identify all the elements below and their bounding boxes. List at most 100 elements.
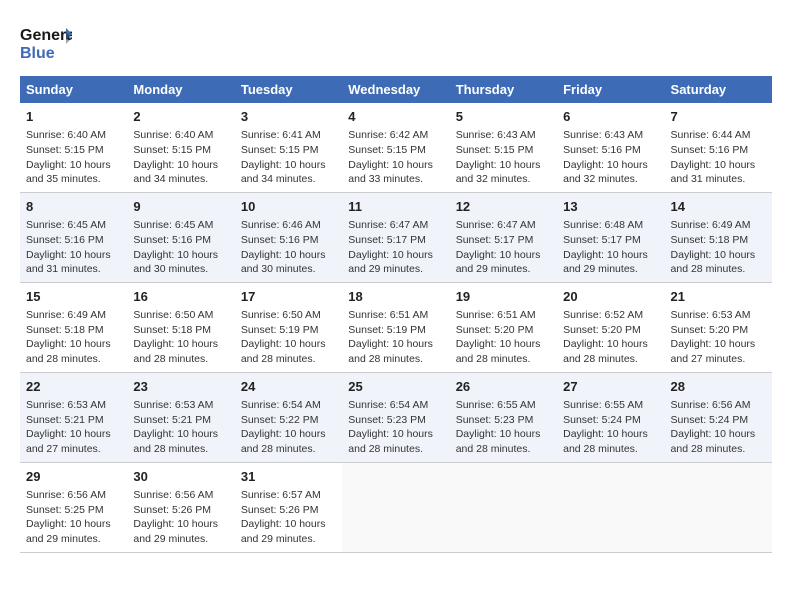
day-info: Sunrise: 6:55 AM Sunset: 5:24 PM Dayligh…	[563, 398, 658, 457]
weekday-label: Thursday	[450, 76, 557, 103]
day-number: 31	[241, 468, 336, 486]
day-info: Sunrise: 6:47 AM Sunset: 5:17 PM Dayligh…	[456, 218, 551, 277]
logo-icon: General Blue	[20, 20, 68, 60]
day-info: Sunrise: 6:51 AM Sunset: 5:20 PM Dayligh…	[456, 308, 551, 367]
day-number: 2	[133, 108, 228, 126]
day-info: Sunrise: 6:50 AM Sunset: 5:19 PM Dayligh…	[241, 308, 336, 367]
day-info: Sunrise: 6:49 AM Sunset: 5:18 PM Dayligh…	[671, 218, 766, 277]
calendar-week-row: 15 Sunrise: 6:49 AM Sunset: 5:18 PM Dayli…	[20, 282, 772, 372]
calendar-cell: 15 Sunrise: 6:49 AM Sunset: 5:18 PM Dayli…	[20, 282, 127, 372]
weekday-label: Friday	[557, 76, 664, 103]
day-info: Sunrise: 6:52 AM Sunset: 5:20 PM Dayligh…	[563, 308, 658, 367]
calendar-cell: 24 Sunrise: 6:54 AM Sunset: 5:22 PM Dayli…	[235, 372, 342, 462]
calendar-cell: 9 Sunrise: 6:45 AM Sunset: 5:16 PM Daylig…	[127, 192, 234, 282]
day-number: 9	[133, 198, 228, 216]
day-number: 27	[563, 378, 658, 396]
day-number: 14	[671, 198, 766, 216]
day-number: 4	[348, 108, 443, 126]
calendar-week-row: 29 Sunrise: 6:56 AM Sunset: 5:25 PM Dayli…	[20, 462, 772, 552]
calendar-week-row: 8Sunrise: 6:45 AM Sunset: 5:16 PM Daylig…	[20, 192, 772, 282]
day-info: Sunrise: 6:55 AM Sunset: 5:23 PM Dayligh…	[456, 398, 551, 457]
calendar-cell: 14 Sunrise: 6:49 AM Sunset: 5:18 PM Dayli…	[665, 192, 772, 282]
day-info: Sunrise: 6:51 AM Sunset: 5:19 PM Dayligh…	[348, 308, 443, 367]
weekday-label: Saturday	[665, 76, 772, 103]
weekday-label: Monday	[127, 76, 234, 103]
day-number: 18	[348, 288, 443, 306]
weekday-label: Sunday	[20, 76, 127, 103]
calendar-cell: 28Sunrise: 6:56 AM Sunset: 5:24 PM Dayli…	[665, 372, 772, 462]
calendar-cell: 11 Sunrise: 6:47 AM Sunset: 5:17 PM Dayli…	[342, 192, 449, 282]
day-number: 5	[456, 108, 551, 126]
day-number: 19	[456, 288, 551, 306]
calendar-cell: 19 Sunrise: 6:51 AM Sunset: 5:20 PM Dayli…	[450, 282, 557, 372]
calendar-cell: 20 Sunrise: 6:52 AM Sunset: 5:20 PM Dayli…	[557, 282, 664, 372]
day-number: 29	[26, 468, 121, 486]
day-info: Sunrise: 6:44 AM Sunset: 5:16 PM Dayligh…	[671, 128, 766, 187]
day-info: Sunrise: 6:43 AM Sunset: 5:16 PM Dayligh…	[563, 128, 658, 187]
weekday-label: Wednesday	[342, 76, 449, 103]
calendar-cell: 17 Sunrise: 6:50 AM Sunset: 5:19 PM Dayli…	[235, 282, 342, 372]
calendar-cell: 7 Sunrise: 6:44 AM Sunset: 5:16 PM Daylig…	[665, 103, 772, 192]
calendar-cell: 30Sunrise: 6:56 AM Sunset: 5:26 PM Dayli…	[127, 462, 234, 552]
day-number: 22	[26, 378, 121, 396]
calendar-cell: 10Sunrise: 6:46 AM Sunset: 5:16 PM Dayli…	[235, 192, 342, 282]
calendar-cell: 16Sunrise: 6:50 AM Sunset: 5:18 PM Dayli…	[127, 282, 234, 372]
calendar-cell: 27 Sunrise: 6:55 AM Sunset: 5:24 PM Dayli…	[557, 372, 664, 462]
weekday-label: Tuesday	[235, 76, 342, 103]
day-info: Sunrise: 6:49 AM Sunset: 5:18 PM Dayligh…	[26, 308, 121, 367]
calendar-cell: 3Sunrise: 6:41 AM Sunset: 5:15 PM Daylig…	[235, 103, 342, 192]
calendar-cell: 26 Sunrise: 6:55 AM Sunset: 5:23 PM Dayli…	[450, 372, 557, 462]
svg-text:General: General	[20, 27, 72, 44]
logo: General Blue	[20, 20, 72, 60]
calendar-cell	[342, 462, 449, 552]
day-info: Sunrise: 6:40 AM Sunset: 5:15 PM Dayligh…	[133, 128, 228, 187]
day-info: Sunrise: 6:53 AM Sunset: 5:20 PM Dayligh…	[671, 308, 766, 367]
day-number: 11	[348, 198, 443, 216]
day-info: Sunrise: 6:56 AM Sunset: 5:25 PM Dayligh…	[26, 488, 121, 547]
day-info: Sunrise: 6:54 AM Sunset: 5:23 PM Dayligh…	[348, 398, 443, 457]
day-info: Sunrise: 6:45 AM Sunset: 5:16 PM Dayligh…	[133, 218, 228, 277]
day-number: 15	[26, 288, 121, 306]
day-info: Sunrise: 6:53 AM Sunset: 5:21 PM Dayligh…	[26, 398, 121, 457]
calendar-cell: 29 Sunrise: 6:56 AM Sunset: 5:25 PM Dayli…	[20, 462, 127, 552]
day-info: Sunrise: 6:42 AM Sunset: 5:15 PM Dayligh…	[348, 128, 443, 187]
calendar-cell: 21 Sunrise: 6:53 AM Sunset: 5:20 PM Dayli…	[665, 282, 772, 372]
day-info: Sunrise: 6:47 AM Sunset: 5:17 PM Dayligh…	[348, 218, 443, 277]
day-number: 1	[26, 108, 121, 126]
day-number: 7	[671, 108, 766, 126]
day-info: Sunrise: 6:41 AM Sunset: 5:15 PM Dayligh…	[241, 128, 336, 187]
day-info: Sunrise: 6:46 AM Sunset: 5:16 PM Dayligh…	[241, 218, 336, 277]
day-info: Sunrise: 6:56 AM Sunset: 5:26 PM Dayligh…	[133, 488, 228, 547]
day-number: 21	[671, 288, 766, 306]
page-header: General Blue	[20, 20, 772, 60]
day-number: 13	[563, 198, 658, 216]
day-info: Sunrise: 6:48 AM Sunset: 5:17 PM Dayligh…	[563, 218, 658, 277]
calendar-cell: 12 Sunrise: 6:47 AM Sunset: 5:17 PM Dayli…	[450, 192, 557, 282]
calendar-cell: 8Sunrise: 6:45 AM Sunset: 5:16 PM Daylig…	[20, 192, 127, 282]
calendar-cell: 18 Sunrise: 6:51 AM Sunset: 5:19 PM Dayli…	[342, 282, 449, 372]
day-number: 17	[241, 288, 336, 306]
day-info: Sunrise: 6:40 AM Sunset: 5:15 PM Dayligh…	[26, 128, 121, 187]
calendar-cell: 13 Sunrise: 6:48 AM Sunset: 5:17 PM Dayli…	[557, 192, 664, 282]
day-number: 20	[563, 288, 658, 306]
day-number: 12	[456, 198, 551, 216]
day-number: 6	[563, 108, 658, 126]
day-number: 24	[241, 378, 336, 396]
day-info: Sunrise: 6:54 AM Sunset: 5:22 PM Dayligh…	[241, 398, 336, 457]
calendar-cell	[450, 462, 557, 552]
calendar-cell	[557, 462, 664, 552]
weekday-header-row: SundayMondayTuesdayWednesdayThursdayFrid…	[20, 76, 772, 103]
calendar-cell: 31 Sunrise: 6:57 AM Sunset: 5:26 PM Dayli…	[235, 462, 342, 552]
day-info: Sunrise: 6:43 AM Sunset: 5:15 PM Dayligh…	[456, 128, 551, 187]
calendar-cell: 1 Sunrise: 6:40 AM Sunset: 5:15 PM Daylig…	[20, 103, 127, 192]
day-number: 28	[671, 378, 766, 396]
calendar-body: 1 Sunrise: 6:40 AM Sunset: 5:15 PM Daylig…	[20, 103, 772, 552]
calendar-week-row: 1 Sunrise: 6:40 AM Sunset: 5:15 PM Daylig…	[20, 103, 772, 192]
day-number: 26	[456, 378, 551, 396]
calendar-cell: 25Sunrise: 6:54 AM Sunset: 5:23 PM Dayli…	[342, 372, 449, 462]
calendar-cell: 22 Sunrise: 6:53 AM Sunset: 5:21 PM Dayli…	[20, 372, 127, 462]
day-info: Sunrise: 6:45 AM Sunset: 5:16 PM Dayligh…	[26, 218, 121, 277]
calendar-table: SundayMondayTuesdayWednesdayThursdayFrid…	[20, 76, 772, 553]
day-info: Sunrise: 6:57 AM Sunset: 5:26 PM Dayligh…	[241, 488, 336, 547]
day-info: Sunrise: 6:53 AM Sunset: 5:21 PM Dayligh…	[133, 398, 228, 457]
